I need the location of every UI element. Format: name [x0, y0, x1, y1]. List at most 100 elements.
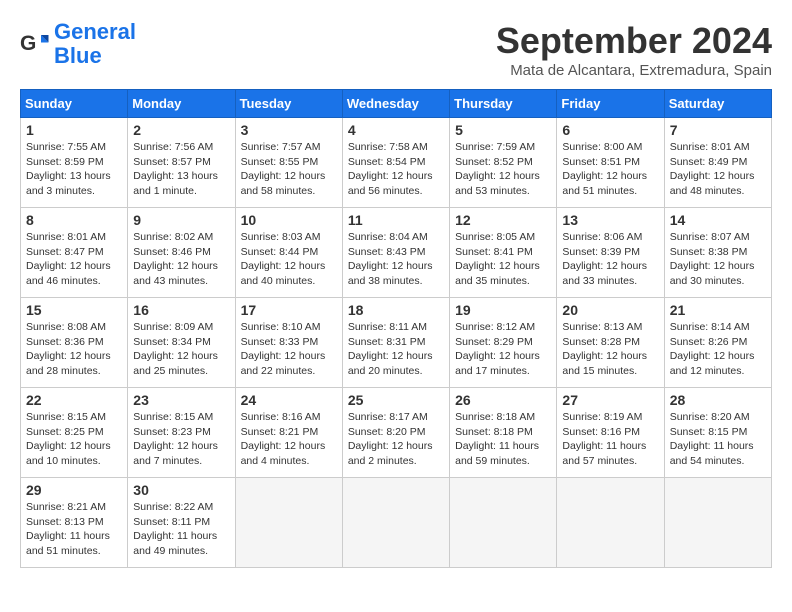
- day-info: Sunrise: 8:22 AMSunset: 8:11 PMDaylight:…: [133, 500, 229, 559]
- day-info: Sunrise: 8:01 AMSunset: 8:47 PMDaylight:…: [26, 230, 122, 289]
- calendar-week-row: 8 Sunrise: 8:01 AMSunset: 8:47 PMDayligh…: [21, 208, 772, 298]
- weekday-header-wednesday: Wednesday: [342, 90, 449, 118]
- day-info: Sunrise: 7:56 AMSunset: 8:57 PMDaylight:…: [133, 140, 229, 199]
- calendar-cell: 13 Sunrise: 8:06 AMSunset: 8:39 PMDaylig…: [557, 208, 664, 298]
- location-title: Mata de Alcantara, Extremadura, Spain: [496, 62, 772, 79]
- weekday-header-row: SundayMondayTuesdayWednesdayThursdayFrid…: [21, 90, 772, 118]
- day-info: Sunrise: 8:08 AMSunset: 8:36 PMDaylight:…: [26, 320, 122, 379]
- calendar-cell: [450, 478, 557, 568]
- day-number: 11: [348, 212, 444, 228]
- day-info: Sunrise: 8:16 AMSunset: 8:21 PMDaylight:…: [241, 410, 337, 469]
- day-number: 10: [241, 212, 337, 228]
- calendar-cell: 27 Sunrise: 8:19 AMSunset: 8:16 PMDaylig…: [557, 388, 664, 478]
- calendar-week-row: 29 Sunrise: 8:21 AMSunset: 8:13 PMDaylig…: [21, 478, 772, 568]
- calendar-cell: 28 Sunrise: 8:20 AMSunset: 8:15 PMDaylig…: [664, 388, 771, 478]
- month-title: September 2024: [496, 20, 772, 62]
- calendar-week-row: 1 Sunrise: 7:55 AMSunset: 8:59 PMDayligh…: [21, 118, 772, 208]
- day-info: Sunrise: 8:01 AMSunset: 8:49 PMDaylight:…: [670, 140, 766, 199]
- calendar-week-row: 22 Sunrise: 8:15 AMSunset: 8:25 PMDaylig…: [21, 388, 772, 478]
- day-info: Sunrise: 8:20 AMSunset: 8:15 PMDaylight:…: [670, 410, 766, 469]
- weekday-header-sunday: Sunday: [21, 90, 128, 118]
- day-info: Sunrise: 7:57 AMSunset: 8:55 PMDaylight:…: [241, 140, 337, 199]
- calendar-cell: [342, 478, 449, 568]
- calendar-week-row: 15 Sunrise: 8:08 AMSunset: 8:36 PMDaylig…: [21, 298, 772, 388]
- day-number: 29: [26, 482, 122, 498]
- day-number: 21: [670, 302, 766, 318]
- weekday-header-monday: Monday: [128, 90, 235, 118]
- day-info: Sunrise: 8:15 AMSunset: 8:23 PMDaylight:…: [133, 410, 229, 469]
- day-info: Sunrise: 7:55 AMSunset: 8:59 PMDaylight:…: [26, 140, 122, 199]
- day-info: Sunrise: 7:58 AMSunset: 8:54 PMDaylight:…: [348, 140, 444, 199]
- calendar-cell: 29 Sunrise: 8:21 AMSunset: 8:13 PMDaylig…: [21, 478, 128, 568]
- weekday-header-saturday: Saturday: [664, 90, 771, 118]
- calendar-cell: 2 Sunrise: 7:56 AMSunset: 8:57 PMDayligh…: [128, 118, 235, 208]
- calendar-cell: 5 Sunrise: 7:59 AMSunset: 8:52 PMDayligh…: [450, 118, 557, 208]
- calendar-table: SundayMondayTuesdayWednesdayThursdayFrid…: [20, 89, 772, 568]
- calendar-cell: [557, 478, 664, 568]
- day-info: Sunrise: 8:10 AMSunset: 8:33 PMDaylight:…: [241, 320, 337, 379]
- day-info: Sunrise: 8:21 AMSunset: 8:13 PMDaylight:…: [26, 500, 122, 559]
- day-info: Sunrise: 8:18 AMSunset: 8:18 PMDaylight:…: [455, 410, 551, 469]
- day-info: Sunrise: 8:07 AMSunset: 8:38 PMDaylight:…: [670, 230, 766, 289]
- day-number: 2: [133, 122, 229, 138]
- calendar-cell: 24 Sunrise: 8:16 AMSunset: 8:21 PMDaylig…: [235, 388, 342, 478]
- day-info: Sunrise: 8:04 AMSunset: 8:43 PMDaylight:…: [348, 230, 444, 289]
- day-info: Sunrise: 7:59 AMSunset: 8:52 PMDaylight:…: [455, 140, 551, 199]
- day-number: 26: [455, 392, 551, 408]
- day-info: Sunrise: 8:15 AMSunset: 8:25 PMDaylight:…: [26, 410, 122, 469]
- weekday-header-thursday: Thursday: [450, 90, 557, 118]
- calendar-cell: [664, 478, 771, 568]
- calendar-cell: 15 Sunrise: 8:08 AMSunset: 8:36 PMDaylig…: [21, 298, 128, 388]
- day-info: Sunrise: 8:19 AMSunset: 8:16 PMDaylight:…: [562, 410, 658, 469]
- day-number: 3: [241, 122, 337, 138]
- svg-text:G: G: [20, 32, 36, 55]
- day-number: 24: [241, 392, 337, 408]
- day-number: 7: [670, 122, 766, 138]
- day-number: 17: [241, 302, 337, 318]
- calendar-cell: 17 Sunrise: 8:10 AMSunset: 8:33 PMDaylig…: [235, 298, 342, 388]
- calendar-cell: 19 Sunrise: 8:12 AMSunset: 8:29 PMDaylig…: [450, 298, 557, 388]
- day-info: Sunrise: 8:02 AMSunset: 8:46 PMDaylight:…: [133, 230, 229, 289]
- day-number: 20: [562, 302, 658, 318]
- calendar-cell: 8 Sunrise: 8:01 AMSunset: 8:47 PMDayligh…: [21, 208, 128, 298]
- day-info: Sunrise: 8:06 AMSunset: 8:39 PMDaylight:…: [562, 230, 658, 289]
- day-number: 13: [562, 212, 658, 228]
- calendar-cell: 1 Sunrise: 7:55 AMSunset: 8:59 PMDayligh…: [21, 118, 128, 208]
- day-info: Sunrise: 8:03 AMSunset: 8:44 PMDaylight:…: [241, 230, 337, 289]
- calendar-cell: 30 Sunrise: 8:22 AMSunset: 8:11 PMDaylig…: [128, 478, 235, 568]
- day-number: 23: [133, 392, 229, 408]
- day-number: 9: [133, 212, 229, 228]
- day-number: 12: [455, 212, 551, 228]
- day-info: Sunrise: 8:17 AMSunset: 8:20 PMDaylight:…: [348, 410, 444, 469]
- day-number: 5: [455, 122, 551, 138]
- day-info: Sunrise: 8:05 AMSunset: 8:41 PMDaylight:…: [455, 230, 551, 289]
- title-block: September 2024 Mata de Alcantara, Extrem…: [496, 20, 772, 79]
- calendar-cell: 18 Sunrise: 8:11 AMSunset: 8:31 PMDaylig…: [342, 298, 449, 388]
- calendar-cell: 3 Sunrise: 7:57 AMSunset: 8:55 PMDayligh…: [235, 118, 342, 208]
- logo-text: General Blue: [54, 20, 136, 68]
- day-number: 16: [133, 302, 229, 318]
- calendar-cell: 6 Sunrise: 8:00 AMSunset: 8:51 PMDayligh…: [557, 118, 664, 208]
- day-number: 1: [26, 122, 122, 138]
- day-number: 6: [562, 122, 658, 138]
- weekday-header-tuesday: Tuesday: [235, 90, 342, 118]
- day-info: Sunrise: 8:13 AMSunset: 8:28 PMDaylight:…: [562, 320, 658, 379]
- day-number: 22: [26, 392, 122, 408]
- calendar-cell: 14 Sunrise: 8:07 AMSunset: 8:38 PMDaylig…: [664, 208, 771, 298]
- day-number: 19: [455, 302, 551, 318]
- calendar-cell: 11 Sunrise: 8:04 AMSunset: 8:43 PMDaylig…: [342, 208, 449, 298]
- day-info: Sunrise: 8:11 AMSunset: 8:31 PMDaylight:…: [348, 320, 444, 379]
- calendar-cell: 4 Sunrise: 7:58 AMSunset: 8:54 PMDayligh…: [342, 118, 449, 208]
- page-header: G General Blue September 2024 Mata de Al…: [20, 20, 772, 79]
- day-info: Sunrise: 8:14 AMSunset: 8:26 PMDaylight:…: [670, 320, 766, 379]
- calendar-cell: 23 Sunrise: 8:15 AMSunset: 8:23 PMDaylig…: [128, 388, 235, 478]
- calendar-cell: 7 Sunrise: 8:01 AMSunset: 8:49 PMDayligh…: [664, 118, 771, 208]
- day-number: 25: [348, 392, 444, 408]
- day-info: Sunrise: 8:12 AMSunset: 8:29 PMDaylight:…: [455, 320, 551, 379]
- logo-icon: G: [20, 29, 50, 59]
- day-info: Sunrise: 8:00 AMSunset: 8:51 PMDaylight:…: [562, 140, 658, 199]
- calendar-cell: 22 Sunrise: 8:15 AMSunset: 8:25 PMDaylig…: [21, 388, 128, 478]
- day-number: 30: [133, 482, 229, 498]
- calendar-cell: [235, 478, 342, 568]
- calendar-cell: 25 Sunrise: 8:17 AMSunset: 8:20 PMDaylig…: [342, 388, 449, 478]
